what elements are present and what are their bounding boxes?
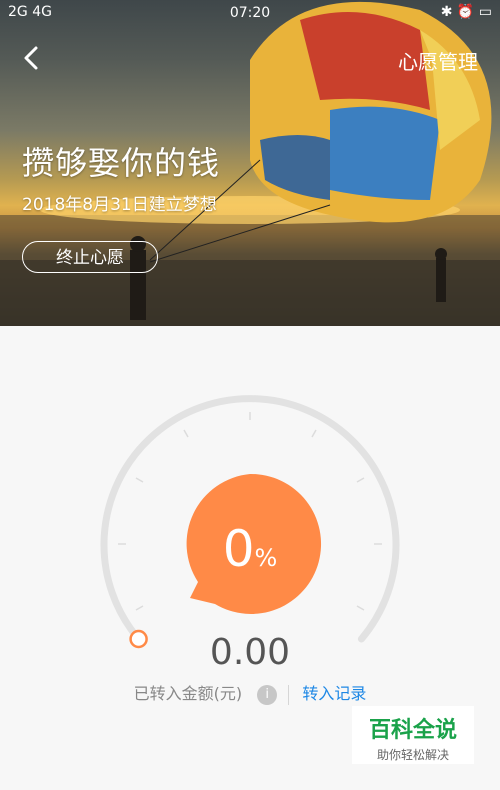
transfer-record-link[interactable]: 转入记录: [302, 684, 366, 703]
status-bar: 2G 4G 07:20 ✱ ⏰ ▭: [0, 0, 500, 26]
watermark: 百科全说 助你轻松解决: [352, 706, 474, 764]
bluetooth-icon: ✱: [440, 4, 453, 20]
alarm-icon: ⏰: [456, 4, 475, 20]
transferred-row: 已转入金额(元) i 转入记录: [0, 680, 500, 705]
transferred-amount-label: 已转入金额(元): [133, 684, 243, 703]
back-arrow-icon[interactable]: [18, 44, 46, 72]
hero-banner: 2G 4G 07:20 ✱ ⏰ ▭ 心愿管理 攒够娶你的钱 2018年8月31日…: [0, 0, 500, 326]
info-icon[interactable]: i: [257, 684, 278, 705]
terminate-wish-button[interactable]: 终止心愿: [22, 241, 158, 273]
watermark-title: 百科全说: [368, 718, 457, 743]
battery-icon: ▭: [478, 4, 492, 20]
status-time: 07:20: [229, 5, 271, 21]
wish-manage-button[interactable]: 心愿管理: [398, 46, 478, 75]
wish-created-date: 2018年8月31日建立梦想: [22, 195, 217, 215]
wish-title: 攒够娶你的钱: [22, 144, 221, 182]
watermark-subtitle: 助你轻松解决: [376, 748, 449, 762]
divider: [288, 684, 290, 705]
transferred-amount: 0.00: [209, 632, 291, 673]
